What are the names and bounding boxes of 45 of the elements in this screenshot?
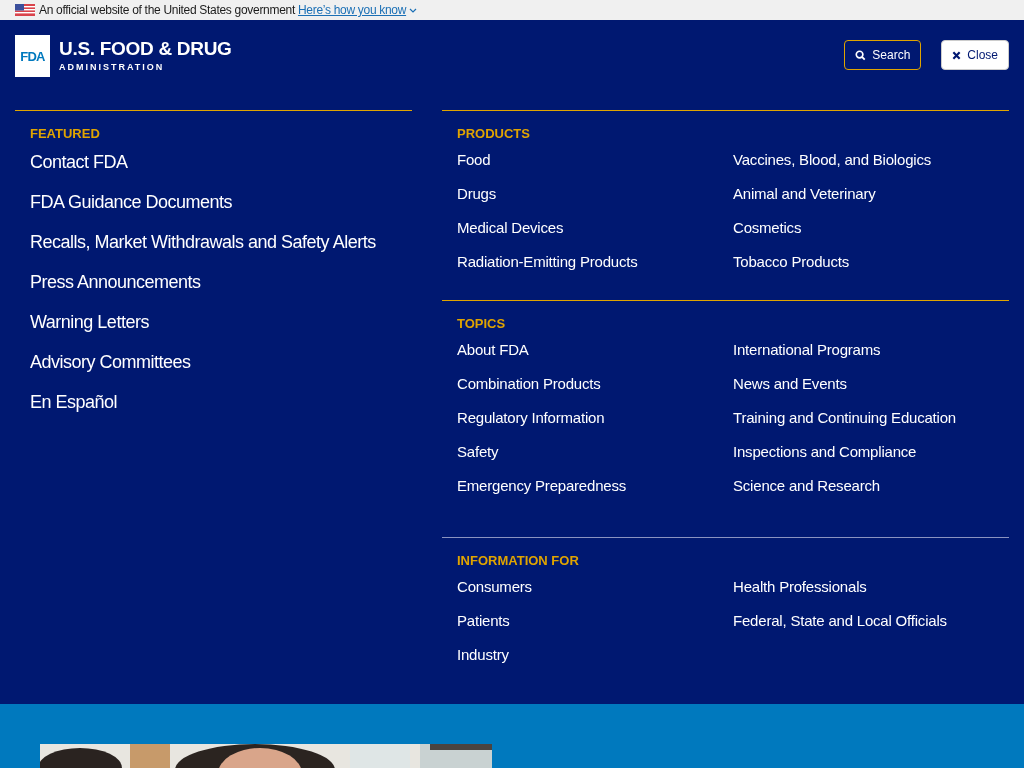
featured-link[interactable]: Press Announcements	[30, 271, 412, 311]
logo-mark[interactable]: FDA	[15, 35, 50, 77]
menu-link[interactable]: Science and Research	[733, 477, 994, 511]
menu-link[interactable]: About FDA	[457, 341, 733, 375]
close-icon	[952, 50, 962, 60]
menu-link[interactable]: Patients	[457, 612, 733, 646]
menu-link[interactable]: Tobacco Products	[733, 253, 994, 287]
menu-link[interactable]: Health Professionals	[733, 578, 994, 612]
menu-link[interactable]: Food	[457, 151, 733, 185]
menu-link[interactable]: Regulatory Information	[457, 409, 733, 443]
menu-link[interactable]: Federal, State and Local Officials	[733, 612, 994, 646]
menu-link[interactable]: Drugs	[457, 185, 733, 219]
menu-link[interactable]: Vaccines, Blood, and Biologics	[733, 151, 994, 185]
menu-link[interactable]: Cosmetics	[733, 219, 994, 253]
section-heading: TOPICS	[457, 316, 507, 333]
gov-banner-text: An official website of the United States government	[39, 3, 295, 17]
search-button[interactable]: Search	[844, 40, 922, 70]
menu-link[interactable]: Training and Continuing Education	[733, 409, 994, 443]
close-button[interactable]: Close	[941, 40, 1009, 70]
how-you-know-link[interactable]: Here’s how you know	[297, 3, 418, 17]
featured-link[interactable]: Advisory Committees	[30, 351, 412, 391]
section-heading: FEATURED	[30, 126, 101, 143]
logo-title: U.S. FOOD & DRUG	[59, 38, 232, 60]
chevron-down-icon	[409, 7, 418, 13]
featured-link[interactable]: Recalls, Market Withdrawals and Safety Alerts	[30, 231, 412, 271]
section-heading: INFORMATION FOR	[457, 553, 580, 570]
featured-link[interactable]: Warning Letters	[30, 311, 412, 351]
menu-link[interactable]: Emergency Preparedness	[457, 477, 733, 511]
menu-link[interactable]: News and Events	[733, 375, 994, 409]
menu-link[interactable]: Consumers	[457, 578, 733, 612]
menu-link[interactable]: Safety	[457, 443, 733, 477]
featured-link[interactable]: En Español	[30, 391, 412, 431]
flag-icon	[15, 4, 35, 16]
menu-link[interactable]: International Programs	[733, 341, 994, 375]
menu-link[interactable]: Combination Products	[457, 375, 733, 409]
featured-link[interactable]: Contact FDA	[30, 151, 412, 191]
featured-link[interactable]: FDA Guidance Documents	[30, 191, 412, 231]
section-heading: PRODUCTS	[457, 126, 531, 143]
logo-subtitle: ADMINISTRATION	[59, 62, 166, 72]
menu-link[interactable]: Medical Devices	[457, 219, 733, 253]
menu-link[interactable]: Inspections and Compliance	[733, 443, 994, 477]
menu-link[interactable]: Radiation-Emitting Products	[457, 253, 733, 287]
menu-link[interactable]: Industry	[457, 646, 733, 680]
menu-link[interactable]: Animal and Veterinary	[733, 185, 994, 219]
search-icon	[855, 49, 867, 61]
